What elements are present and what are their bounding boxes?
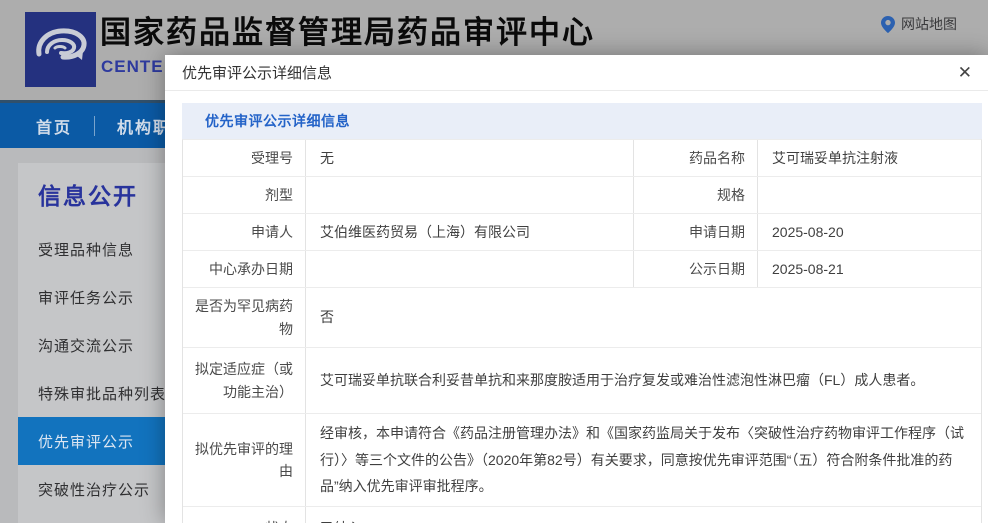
site-logo[interactable] xyxy=(25,12,96,87)
row-label: 状态 xyxy=(183,507,306,523)
table-row: 拟优先审评的理由 经审核，本申请符合《药品注册管理办法》和《国家药监局关于发布〈… xyxy=(183,414,981,507)
cde-logo-icon xyxy=(25,12,96,87)
table-row: 申请人 艾伯维医药贸易（上海）有限公司 申请日期 2025-08-20 xyxy=(183,214,981,251)
row-value: 艾伯维医药贸易（上海）有限公司 xyxy=(306,214,634,250)
modal-body: 优先审评公示详细信息 受理号 无 药品名称 艾可瑞妥单抗注射液 剂型 规格 申请… xyxy=(165,91,988,523)
sidebar-item-communication[interactable]: 沟通交流公示 xyxy=(18,321,180,369)
sidebar-item-accepted-varieties[interactable]: 受理品种信息 xyxy=(18,225,180,273)
row-value: 无 xyxy=(306,140,634,176)
screen: 国家药品监督管理局药品审评中心 CENTE 网站地图 首页 机构职 信息公开 受… xyxy=(0,0,988,523)
sitemap-label: 网站地图 xyxy=(901,16,957,32)
table-row: 受理号 无 药品名称 艾可瑞妥单抗注射液 xyxy=(183,140,981,177)
sidebar: 信息公开 受理品种信息 审评任务公示 沟通交流公示 特殊审批品种列表 优先审评公… xyxy=(18,163,180,523)
table-row: 剂型 规格 xyxy=(183,177,981,214)
table-row: 状态 已纳入 xyxy=(183,507,981,523)
row-label: 申请日期 xyxy=(634,214,758,250)
sidebar-item-breakthrough-therapy[interactable]: 突破性治疗公示 xyxy=(18,465,180,513)
row-label: 拟优先审评的理由 xyxy=(183,414,306,506)
site-title: 国家药品监督管理局药品审评中心 xyxy=(100,15,595,50)
close-icon[interactable]: ✕ xyxy=(958,64,972,81)
row-value xyxy=(306,177,634,213)
table-row: 中心承办日期 公示日期 2025-08-21 xyxy=(183,251,981,288)
row-label: 公示日期 xyxy=(634,251,758,287)
row-label: 拟定适应症（或功能主治） xyxy=(183,348,306,413)
row-label: 是否为罕见病药物 xyxy=(183,288,306,347)
modal-header: 优先审评公示详细信息 ✕ xyxy=(165,55,988,91)
sidebar-item-priority-review[interactable]: 优先审评公示 xyxy=(18,417,180,465)
section-title: 优先审评公示详细信息 xyxy=(205,113,350,129)
row-value: 经审核，本申请符合《药品注册管理办法》和《国家药监局关于发布〈突破性治疗药物审评… xyxy=(320,425,964,495)
row-value xyxy=(758,177,981,213)
modal-title: 优先审评公示详细信息 xyxy=(182,65,333,82)
table-row: 是否为罕见病药物 否 xyxy=(183,288,981,348)
row-value: 已纳入 xyxy=(306,507,981,523)
row-label: 受理号 xyxy=(183,140,306,176)
row-label: 申请人 xyxy=(183,214,306,250)
row-value: 2025-08-20 xyxy=(772,223,844,240)
sidebar-item-review-tasks[interactable]: 审评任务公示 xyxy=(18,273,180,321)
row-value: 否 xyxy=(320,309,334,326)
row-value: 艾可瑞妥单抗注射液 xyxy=(772,149,898,166)
row-value: 艾可瑞妥单抗联合利妥昔单抗和来那度胺适用于治疗复发或难治性滤泡性淋巴瘤（FL）成… xyxy=(320,372,925,389)
row-label: 中心承办日期 xyxy=(183,251,306,287)
detail-table: 受理号 无 药品名称 艾可瑞妥单抗注射液 剂型 规格 申请人 艾伯维医药贸易（上… xyxy=(182,139,982,523)
row-label: 规格 xyxy=(634,177,758,213)
sidebar-title: 信息公开 xyxy=(38,183,138,209)
row-value: 2025-08-21 xyxy=(772,260,844,277)
nav-item-home[interactable]: 首页 xyxy=(0,114,94,138)
table-row: 拟定适应症（或功能主治） 艾可瑞妥单抗联合利妥昔单抗和来那度胺适用于治疗复发或难… xyxy=(183,348,981,414)
sitemap-link[interactable]: 网站地图 xyxy=(881,14,957,34)
row-label: 剂型 xyxy=(183,177,306,213)
row-label: 药品名称 xyxy=(634,140,758,176)
sidebar-item-special-approval-list[interactable]: 特殊审批品种列表 xyxy=(18,369,180,417)
site-subtitle: CENTE xyxy=(101,57,164,76)
priority-review-detail-modal: 优先审评公示详细信息 ✕ 优先审评公示详细信息 受理号 无 药品名称 艾可瑞妥单… xyxy=(165,55,988,523)
map-pin-icon xyxy=(881,15,895,33)
row-value xyxy=(306,251,634,287)
section-header: 优先审评公示详细信息 xyxy=(182,103,982,139)
